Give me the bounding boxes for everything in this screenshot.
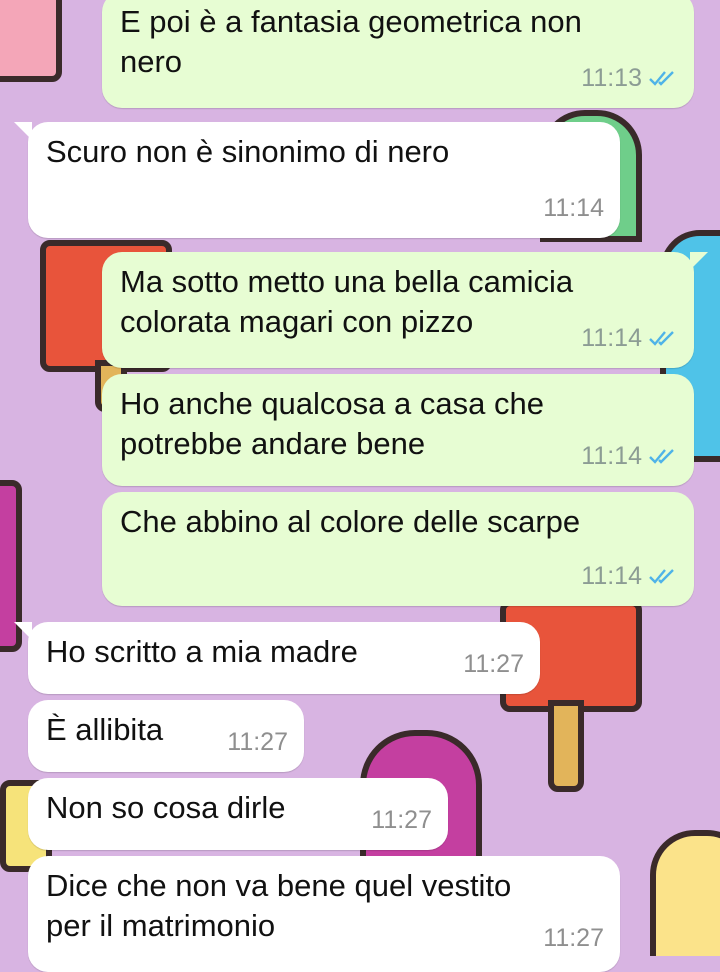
message-meta: 11:27 [227,722,288,762]
bubble-tail [14,622,32,640]
message-time: 11:14 [543,194,604,222]
message-meta: 11:14 [581,436,678,476]
double-check-read-icon [649,71,674,86]
message-meta: 11:14 [581,318,678,358]
message-meta: 11:27 [371,800,432,840]
double-check-read-icon [649,569,674,584]
message-text: Ho scritto a mia madre [46,634,358,669]
message-time: 11:27 [371,806,432,834]
message-time: 11:14 [581,562,642,590]
message-bubble-incoming[interactable]: Scuro non è sinonimo di nero 11:14 [14,122,620,238]
message-time: 11:27 [543,924,604,952]
message-meta: 11:27 [463,644,524,684]
message-bubble-outgoing[interactable]: Che abbino al colore delle scarpe 11:14 [102,492,694,606]
message-bubble-outgoing[interactable]: Ma sotto metto una bella camicia colorat… [102,252,708,368]
message-bubble-incoming[interactable]: Dice che non va bene quel vestito per il… [28,856,620,972]
message-meta: 11:13 [581,58,678,98]
message-time: 11:27 [463,650,524,678]
message-bubble-outgoing[interactable]: Ho anche qualcosa a casa che potrebbe an… [102,374,694,486]
message-meta: 11:14 [543,188,604,228]
message-bubble-outgoing[interactable]: E poi è a fantasia geometrica non nero 1… [102,0,694,108]
message-list[interactable]: E poi è a fantasia geometrica non nero 1… [0,0,720,972]
message-time: 11:27 [227,728,288,756]
message-meta: 11:27 [543,918,604,958]
message-time: 11:13 [581,64,642,92]
double-check-read-icon [649,449,674,464]
message-time: 11:14 [581,442,642,470]
double-check-read-icon [649,331,674,346]
message-text: Che abbino al colore delle scarpe [120,504,581,539]
message-meta: 11:14 [581,556,678,596]
message-text: Dice che non va bene quel vestito per il… [46,868,512,943]
message-bubble-incoming[interactable]: È allibita 11:27 [28,700,304,772]
bubble-tail [690,252,708,270]
message-bubble-incoming[interactable]: Non so cosa dirle 11:27 [28,778,448,850]
message-bubble-incoming[interactable]: Ho scritto a mia madre 11:27 [14,622,540,694]
message-time: 11:14 [581,324,642,352]
bubble-tail [14,122,32,140]
message-text: Scuro non è sinonimo di nero [46,134,450,169]
